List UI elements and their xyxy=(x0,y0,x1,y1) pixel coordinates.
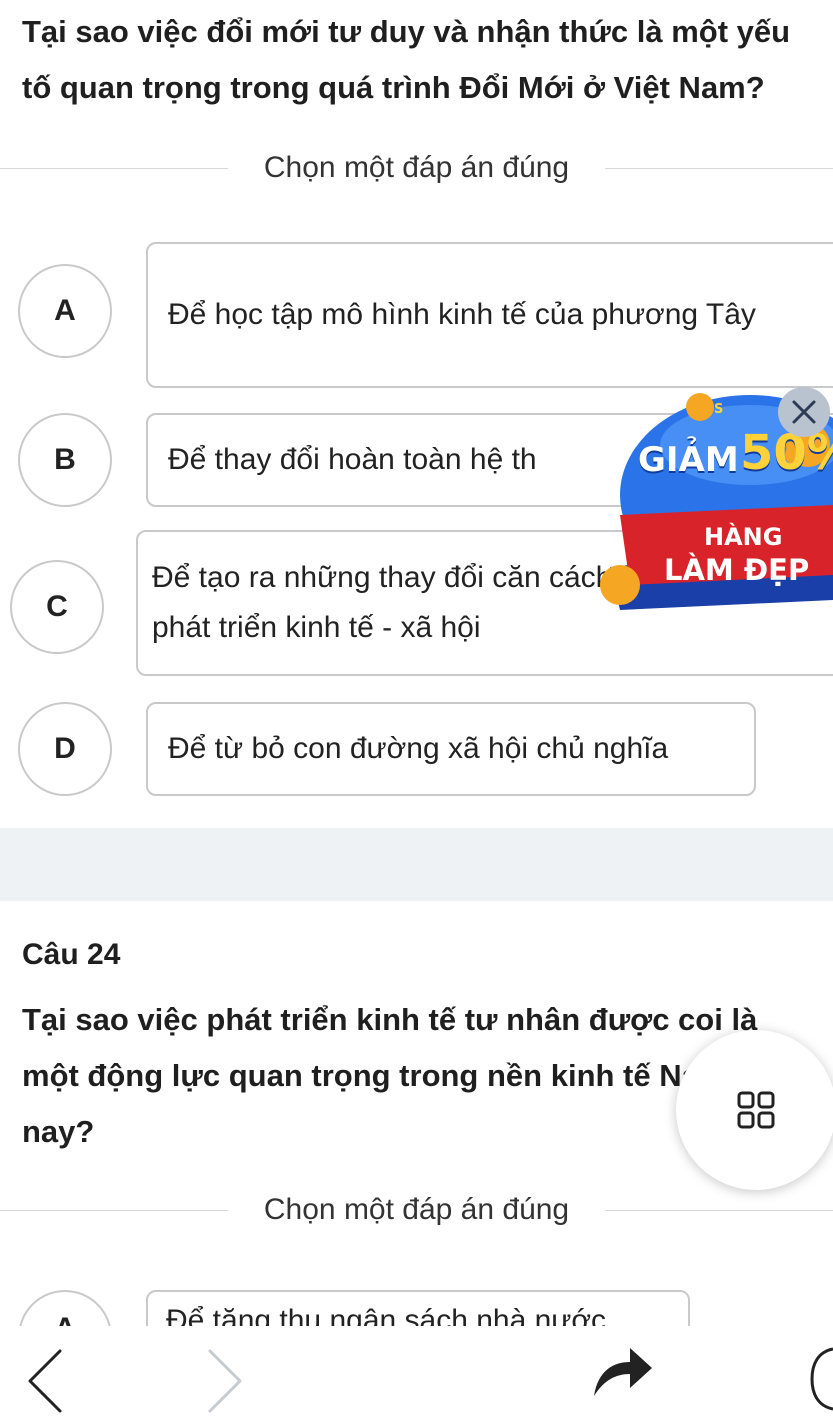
option-d-button[interactable]: Để từ bỏ con đường xã hội chủ nghĩa xyxy=(146,702,756,796)
option-a-text: Để học tập mô hình kinh tế của phương Tâ… xyxy=(168,298,756,331)
promo-line4: LÀM ĐẸP xyxy=(664,553,810,587)
tabs-icon[interactable] xyxy=(808,1344,833,1414)
question-title: Tại sao việc đổi mới tư duy và nhận thức… xyxy=(22,14,791,105)
question-number: Câu 24 xyxy=(22,938,121,971)
promo-line3: HÀNG xyxy=(704,523,783,551)
bottom-navigation-bar xyxy=(0,1326,833,1424)
divider-line xyxy=(605,167,833,169)
divider-line xyxy=(0,167,228,169)
coin-label: S xyxy=(714,402,723,417)
promo-banner[interactable]: S GIẢM 50% HÀNG LÀM ĐẸP xyxy=(600,385,833,617)
option-a-letter[interactable]: A xyxy=(18,264,112,358)
instruction-label: Chọn một đáp án đúng xyxy=(263,1193,570,1226)
option-a-button[interactable]: Để học tập mô hình kinh tế của phương Tâ… xyxy=(146,242,833,388)
share-arrow-icon[interactable] xyxy=(590,1340,656,1400)
instruction-label: Chọn một đáp án đúng xyxy=(263,151,570,184)
option-c-letter[interactable]: C xyxy=(10,560,104,654)
option-d-letter[interactable]: D xyxy=(18,702,112,796)
option-b-letter[interactable]: B xyxy=(18,413,112,507)
section-separator xyxy=(0,828,833,901)
option-b-text: Để thay đổi hoàn toàn hệ th xyxy=(168,443,537,476)
chevron-right-icon[interactable] xyxy=(200,1346,250,1416)
grid-icon xyxy=(737,1091,775,1129)
grid-menu-button[interactable] xyxy=(676,1030,833,1190)
promo-line1: GIẢM xyxy=(638,440,739,480)
close-icon[interactable] xyxy=(778,387,830,437)
divider-line xyxy=(0,1209,228,1211)
chevron-left-icon[interactable] xyxy=(20,1346,70,1416)
promo-line2: 50% xyxy=(740,425,833,481)
option-d-text: Để từ bỏ con đường xã hội chủ nghĩa xyxy=(168,732,669,765)
divider-line xyxy=(605,1209,833,1211)
instruction-divider: Chọn một đáp án đúng xyxy=(0,148,833,188)
instruction-divider: Chọn một đáp án đúng xyxy=(0,1190,833,1230)
